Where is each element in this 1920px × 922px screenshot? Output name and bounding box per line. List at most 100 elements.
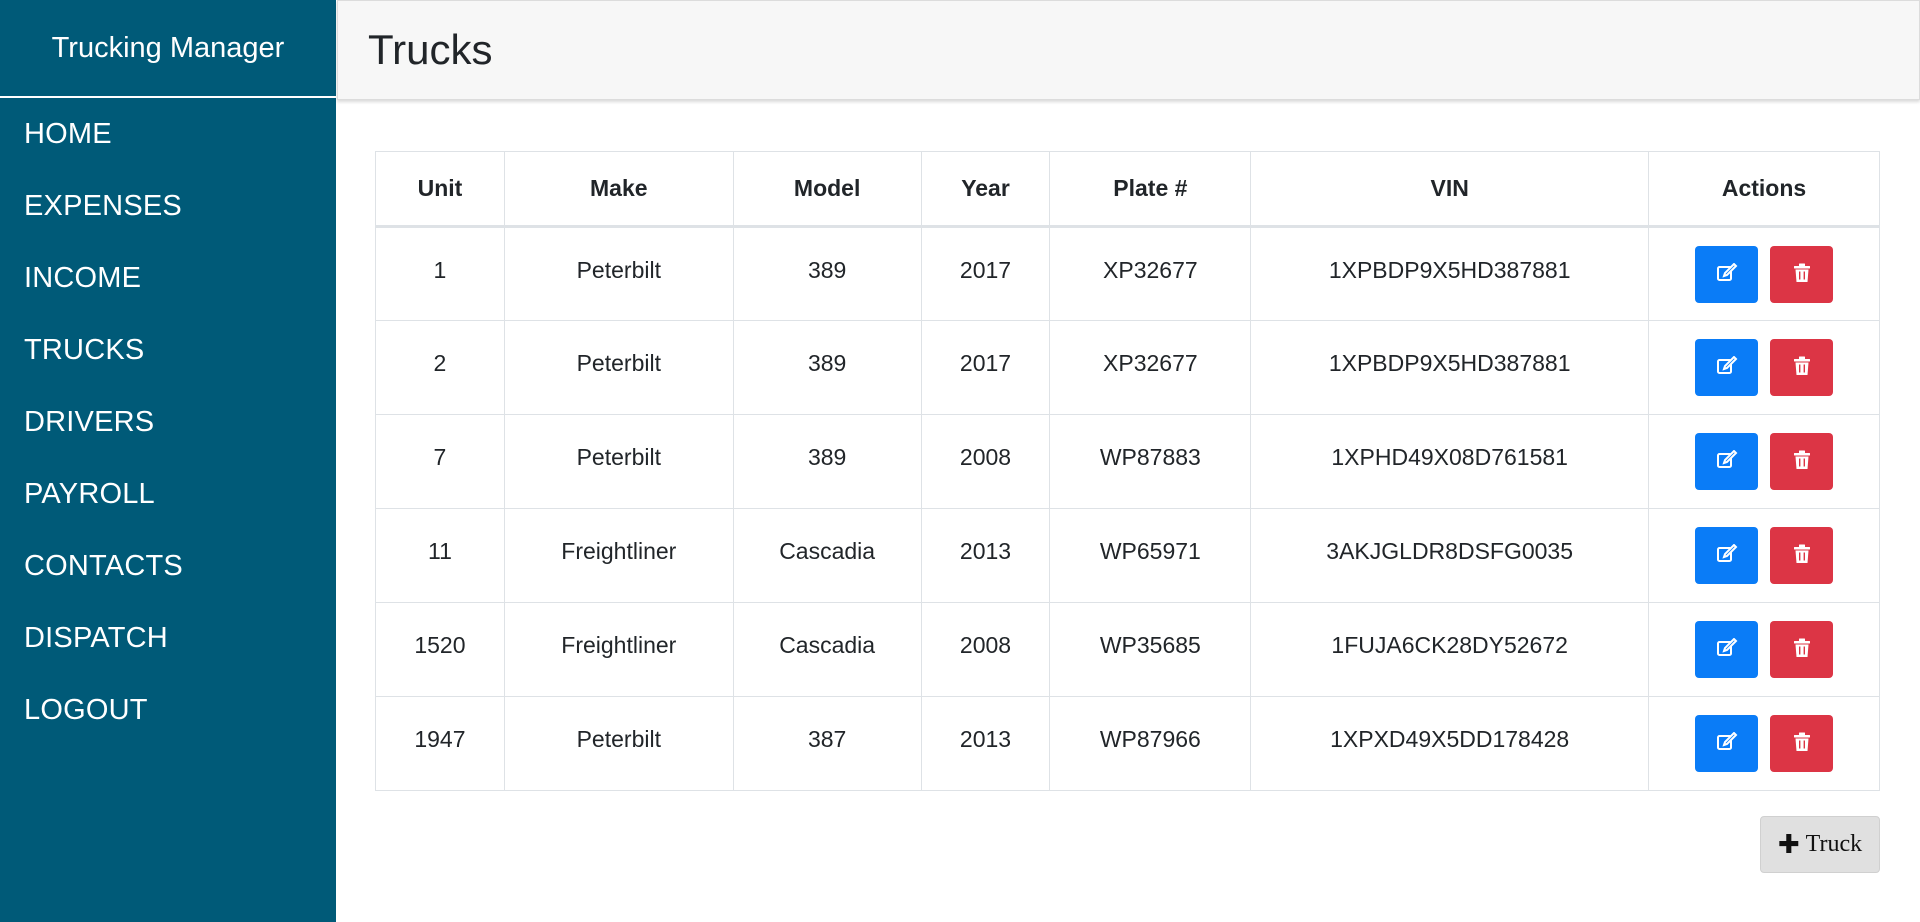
add-truck-button[interactable]: ✚ Truck: [1760, 816, 1880, 873]
cell-year: 2008: [920, 602, 1051, 697]
cell-vin: 1XPBDP9X5HD387881: [1250, 320, 1650, 415]
trucks-table: Unit Make Model Year Plate # VIN Actions…: [375, 151, 1880, 791]
edit-button[interactable]: [1695, 433, 1759, 490]
cell-make: Peterbilt: [503, 226, 734, 321]
cell-actions: [1648, 508, 1880, 603]
cell-actions: [1648, 414, 1880, 509]
cell-plate: WP87883: [1049, 414, 1252, 509]
column-header-model: Model: [732, 151, 922, 228]
edit-button[interactable]: [1695, 339, 1759, 396]
cell-make: Peterbilt: [503, 414, 734, 509]
table-row: 7 Peterbilt 389 2008 WP87883 1XPHD49X08D76158…: [375, 414, 1880, 509]
cell-plate: WP65971: [1049, 508, 1252, 603]
cell-actions: [1648, 226, 1880, 321]
table-row: 1 Peterbilt 389 2017 XP32677 1XPBDP9X5HD38788…: [375, 226, 1880, 321]
cell-unit: 2: [375, 320, 505, 415]
sidebar-item-payroll[interactable]: PAYROLL: [0, 458, 336, 530]
cell-model: 387: [732, 696, 922, 791]
row-actions: [1649, 613, 1879, 678]
edit-button[interactable]: [1695, 715, 1759, 772]
delete-button[interactable]: [1770, 433, 1834, 490]
edit-icon: [1716, 543, 1738, 567]
cell-actions: [1648, 602, 1880, 697]
sidebar-item-expenses[interactable]: EXPENSES: [0, 170, 336, 242]
cell-unit: 11: [375, 508, 505, 603]
cell-vin: 1XPHD49X08D761581: [1250, 414, 1650, 509]
edit-button[interactable]: [1695, 527, 1759, 584]
sidebar-item-trucks[interactable]: TRUCKS: [0, 314, 336, 386]
column-header-make: Make: [503, 151, 734, 228]
cell-model: Cascadia: [732, 602, 922, 697]
cell-vin: 1FUJA6CK28DY52672: [1250, 602, 1650, 697]
cell-unit: 7: [375, 414, 505, 509]
edit-button[interactable]: [1695, 245, 1759, 303]
edit-icon: [1716, 355, 1738, 379]
page-header: Trucks: [337, 0, 1920, 100]
cell-model: 389: [732, 320, 922, 415]
table-header-row: Unit Make Model Year Plate # VIN Actions: [375, 151, 1880, 228]
edit-icon: [1716, 637, 1738, 661]
cell-actions: [1648, 320, 1880, 415]
sidebar-item-dispatch[interactable]: DISPATCH: [0, 602, 336, 674]
column-header-unit: Unit: [375, 151, 505, 228]
delete-button[interactable]: [1770, 715, 1834, 772]
brand-title[interactable]: Trucking Manager: [0, 0, 336, 98]
delete-button[interactable]: [1770, 621, 1834, 678]
table-row: 1520 Freightliner Cascadia 2008 WP35685 1FUJA…: [375, 602, 1880, 697]
plus-icon: ✚: [1777, 829, 1800, 860]
table-row: 1947 Peterbilt 387 2013 WP87966 1XPXD49X5DD17…: [375, 696, 1880, 791]
cell-make: Peterbilt: [503, 696, 734, 791]
page-title: Trucks: [368, 26, 493, 73]
cell-year: 2013: [920, 508, 1051, 603]
cell-make: Freightliner: [503, 602, 734, 697]
cell-vin: 1XPXD49X5DD178428: [1250, 696, 1650, 791]
cell-year: 2017: [920, 320, 1051, 415]
column-header-vin: VIN: [1250, 151, 1650, 228]
sidebar-item-contacts[interactable]: CONTACTS: [0, 530, 336, 602]
cell-year: 2008: [920, 414, 1051, 509]
column-header-plate: Plate #: [1049, 151, 1252, 228]
trash-icon: [1793, 638, 1811, 661]
edit-icon: [1716, 449, 1738, 473]
cell-model: 389: [732, 226, 922, 321]
trash-icon: [1793, 263, 1811, 286]
delete-button[interactable]: [1770, 527, 1834, 584]
sidebar-item-home[interactable]: HOME: [0, 98, 336, 170]
table-row: 2 Peterbilt 389 2017 XP32677 1XPBDP9X5HD38788…: [375, 320, 1880, 415]
cell-plate: WP87966: [1049, 696, 1252, 791]
row-actions: [1649, 238, 1879, 303]
sidebar: Trucking Manager HOME EXPENSES INCOME TR…: [0, 0, 336, 922]
row-actions: [1649, 331, 1879, 396]
cell-vin: 3AKJGLDR8DSFG0035: [1250, 508, 1650, 603]
cell-year: 2013: [920, 696, 1051, 791]
edit-icon: [1716, 262, 1738, 286]
cell-model: Cascadia: [732, 508, 922, 603]
cell-make: Freightliner: [503, 508, 734, 603]
row-actions: [1649, 519, 1879, 584]
delete-button[interactable]: [1770, 339, 1834, 396]
edit-button[interactable]: [1695, 621, 1759, 678]
row-actions: [1649, 425, 1879, 490]
cell-actions: [1648, 696, 1880, 791]
trash-icon: [1793, 450, 1811, 473]
edit-icon: [1716, 731, 1738, 755]
sidebar-item-logout[interactable]: LOGOUT: [0, 674, 336, 746]
trash-icon: [1793, 544, 1811, 567]
cell-make: Peterbilt: [503, 320, 734, 415]
column-header-actions: Actions: [1648, 151, 1880, 228]
cell-plate: XP32677: [1049, 320, 1252, 415]
row-actions: [1649, 707, 1879, 772]
sidebar-item-income[interactable]: INCOME: [0, 242, 336, 314]
delete-button[interactable]: [1770, 245, 1834, 303]
cell-plate: XP32677: [1049, 226, 1252, 321]
cell-vin: 1XPBDP9X5HD387881: [1250, 226, 1650, 321]
cell-unit: 1520: [375, 602, 505, 697]
table-body: 1 Peterbilt 389 2017 XP32677 1XPBDP9X5HD38788…: [375, 226, 1880, 791]
trash-icon: [1793, 356, 1811, 379]
sidebar-item-drivers[interactable]: DRIVERS: [0, 386, 336, 458]
column-header-year: Year: [920, 151, 1051, 228]
add-truck-label: Truck: [1805, 831, 1863, 857]
cell-model: 389: [732, 414, 922, 509]
table-row: 11 Freightliner Cascadia 2013 WP65971 3AKJGLD…: [375, 508, 1880, 603]
trucks-table-container: Unit Make Model Year Plate # VIN Actions…: [375, 151, 1880, 791]
